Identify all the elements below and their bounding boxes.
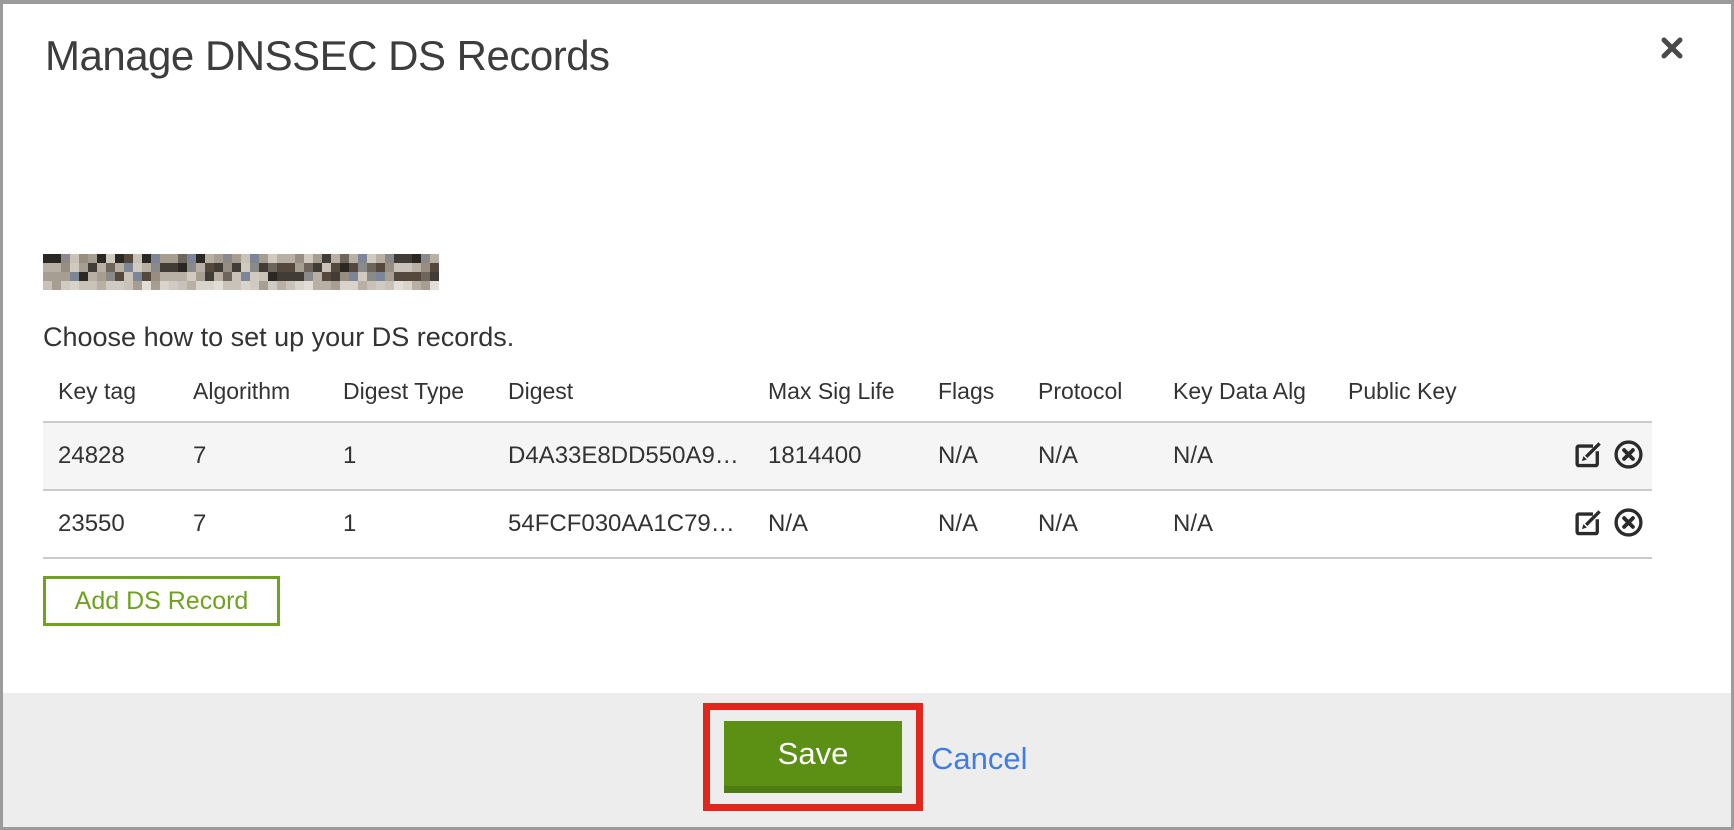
cell-digest-type: 1 — [328, 422, 493, 490]
edit-record-button[interactable] — [1573, 439, 1604, 473]
cell-key-data-alg: N/A — [1158, 422, 1333, 490]
cell-digest-type: 1 — [328, 490, 493, 558]
manage-dnssec-ds-records-dialog: Manage DNSSEC DS Records Choose how to s… — [0, 0, 1734, 830]
col-header-key-data-alg: Key Data Alg — [1158, 378, 1333, 422]
cell-protocol: N/A — [1023, 490, 1158, 558]
delete-icon — [1613, 439, 1644, 470]
delete-icon — [1613, 507, 1644, 538]
cell-algorithm: 7 — [178, 490, 328, 558]
cell-max-sig-life: N/A — [753, 490, 923, 558]
cell-protocol: N/A — [1023, 422, 1158, 490]
close-button[interactable] — [1655, 32, 1689, 66]
save-button[interactable]: Save — [724, 721, 902, 793]
dialog-title: Manage DNSSEC DS Records — [45, 32, 610, 80]
cell-key-tag: 23550 — [43, 490, 178, 558]
ds-records-table: Key tag Algorithm Digest Type Digest Max… — [43, 378, 1652, 559]
cell-algorithm: 7 — [178, 422, 328, 490]
close-icon — [1657, 33, 1687, 63]
col-header-protocol: Protocol — [1023, 378, 1158, 422]
col-header-actions — [1563, 378, 1652, 422]
cell-digest: 54FCF030AA1C79… — [493, 490, 753, 558]
cancel-link[interactable]: Cancel — [931, 741, 1028, 777]
cell-max-sig-life: 1814400 — [753, 422, 923, 490]
cell-flags: N/A — [923, 490, 1023, 558]
table-header-row: Key tag Algorithm Digest Type Digest Max… — [43, 378, 1652, 422]
cell-public-key — [1333, 422, 1563, 490]
col-header-digest: Digest — [493, 378, 753, 422]
cell-actions — [1563, 422, 1652, 490]
edit-icon — [1573, 439, 1604, 470]
col-header-key-tag: Key tag — [43, 378, 178, 422]
col-header-public-key: Public Key — [1333, 378, 1563, 422]
col-header-flags: Flags — [923, 378, 1023, 422]
cell-actions — [1563, 490, 1652, 558]
cell-digest: D4A33E8DD550A9… — [493, 422, 753, 490]
edit-icon — [1573, 507, 1604, 538]
domain-name-redacted — [43, 254, 439, 290]
cell-key-tag: 24828 — [43, 422, 178, 490]
delete-record-button[interactable] — [1613, 507, 1644, 541]
add-ds-record-button[interactable]: Add DS Record — [43, 576, 280, 626]
save-button-highlight-annotation: Save — [703, 703, 923, 811]
table-row: 23550 7 1 54FCF030AA1C79… N/A N/A N/A N/… — [43, 490, 1652, 558]
edit-record-button[interactable] — [1573, 507, 1604, 541]
instruction-text: Choose how to set up your DS records. — [43, 322, 514, 353]
cell-key-data-alg: N/A — [1158, 490, 1333, 558]
delete-record-button[interactable] — [1613, 439, 1644, 473]
table-row: 24828 7 1 D4A33E8DD550A9… 1814400 N/A N/… — [43, 422, 1652, 490]
cell-flags: N/A — [923, 422, 1023, 490]
dialog-footer: Save Cancel — [3, 693, 1731, 827]
col-header-digest-type: Digest Type — [328, 378, 493, 422]
col-header-max-sig-life: Max Sig Life — [753, 378, 923, 422]
cell-public-key — [1333, 490, 1563, 558]
col-header-algorithm: Algorithm — [178, 378, 328, 422]
